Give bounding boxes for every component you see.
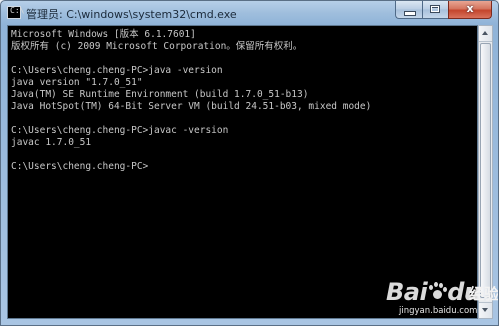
vertical-scrollbar[interactable] <box>478 25 493 319</box>
watermark-url: jingyan.baidu.com <box>399 306 478 316</box>
minimize-button[interactable] <box>395 1 422 19</box>
prompt-glyph-icon: C:\ <box>10 6 25 15</box>
close-icon: x <box>466 2 474 15</box>
paw-icon <box>427 282 448 302</box>
close-button[interactable]: x <box>448 1 492 19</box>
console-line: Microsoft Windows [版本 6.1.7601] <box>11 29 196 40</box>
logo-text-left: Bai <box>386 278 428 306</box>
console-line: 版权所有 (c) 2009 Microsoft Corporation。保留所有… <box>11 41 303 52</box>
minimize-icon <box>404 11 416 16</box>
console-line: Java HotSpot(TM) 64-Bit Server VM (build… <box>11 101 372 112</box>
window-controls: x <box>395 1 492 19</box>
console-line: javac 1.7.0_51 <box>11 137 92 148</box>
console-output[interactable]: Microsoft Windows [版本 6.1.7601] 版权所有 (c)… <box>7 25 478 319</box>
console-line: C:\Users\cheng.cheng-PC>javac -version <box>11 125 229 136</box>
cmd-app-icon[interactable]: C:\ <box>7 6 25 19</box>
watermark-label: 经验 <box>469 285 499 303</box>
maximize-button[interactable] <box>422 1 448 19</box>
arrow-down-icon <box>482 308 488 312</box>
baidu-watermark-logo: Bai du <box>386 278 481 306</box>
scroll-down-button[interactable] <box>479 302 492 318</box>
cmd-window: C:\ 管理员: C:\windows\system32\cmd.exe x M… <box>0 0 499 326</box>
console-line: java version "1.7.0_51" <box>11 77 143 88</box>
maximize-icon <box>430 5 440 13</box>
title-bar[interactable]: C:\ 管理员: C:\windows\system32\cmd.exe x <box>1 1 498 25</box>
console-line: C:\Users\cheng.cheng-PC> <box>11 161 149 172</box>
arrow-up-icon <box>482 31 488 35</box>
console-line: C:\Users\cheng.cheng-PC>java -version <box>11 65 223 76</box>
scroll-thumb[interactable] <box>480 43 491 298</box>
console-line: Java(TM) SE Runtime Environment (build 1… <box>11 89 309 100</box>
window-title: 管理员: C:\windows\system32\cmd.exe <box>26 8 237 21</box>
scroll-up-button[interactable] <box>479 26 492 42</box>
